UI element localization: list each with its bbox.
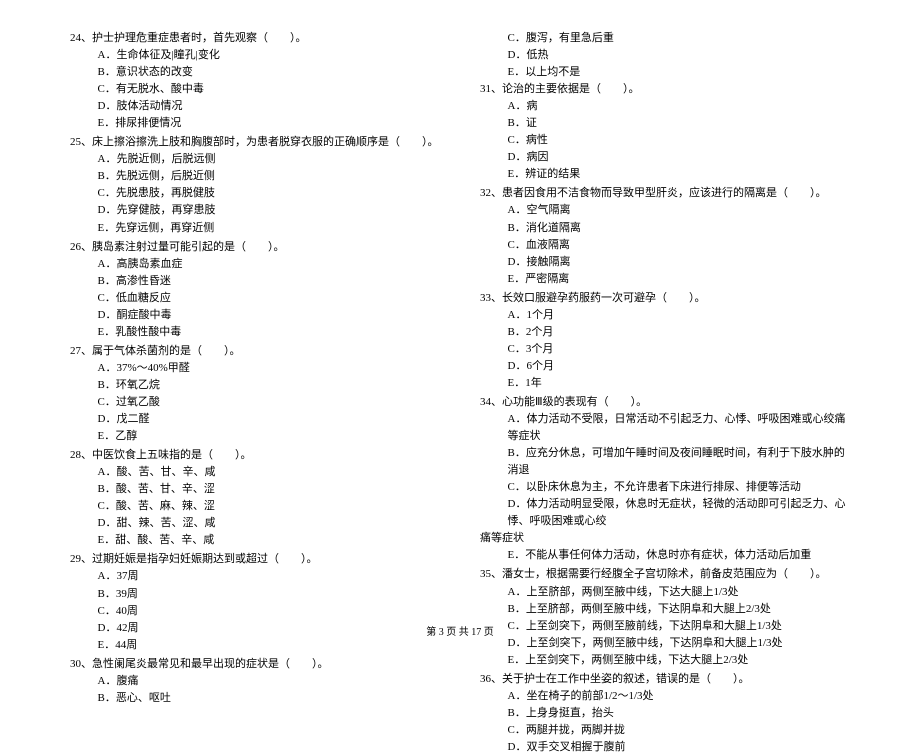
question-option: A．上至脐部，两侧至腋中线，下达大腿上1/3处 (480, 584, 850, 601)
question-option: B．恶心、呕吐 (70, 690, 440, 707)
page-footer: 第 3 页 共 17 页 (0, 623, 920, 638)
question-option: A．高胰岛素血症 (70, 256, 440, 273)
question-option: C．腹泻，有里急后重 (480, 30, 850, 47)
question-option: D．体力活动明显受限，休息时无症状，轻微的活动即可引起乏力、心悸、呼吸困难或心绞 (480, 496, 850, 530)
question-option: E．1年 (480, 375, 850, 392)
question-option: B．39周 (70, 586, 440, 603)
question-option: B．高渗性昏迷 (70, 273, 440, 290)
question-option: B．上至脐部，两侧至腋中线，下达阴阜和大腿上2/3处 (480, 601, 850, 618)
question-option: A．1个月 (480, 307, 850, 324)
left-column: 24、护士护理危重症患者时，首先观察（ ）。A．生命体征及|瞳孔|变化B．意识状… (70, 30, 440, 610)
question-option: B．意识状态的改变 (70, 64, 440, 81)
question-option: D．接触隔离 (480, 254, 850, 271)
question-text: 25、床上擦浴擦洗上肢和胸腹部时，为患者脱穿衣服的正确顺序是（ ）。 (70, 134, 440, 151)
question-option: B．酸、苦、甘、辛、涩 (70, 481, 440, 498)
question-block: 32、患者因食用不洁食物而导致甲型肝炎，应该进行的隔离是（ ）。A．空气隔离B．… (480, 185, 850, 287)
question-option: C．3个月 (480, 341, 850, 358)
question-option: D．酮症酸中毒 (70, 307, 440, 324)
question-option: D．病因 (480, 149, 850, 166)
question-text: 27、属于气体杀菌剂的是（ ）。 (70, 343, 440, 360)
question-text: 35、潘女士，根据需要行经腹全子宫切除术，前备皮范围应为（ ）。 (480, 566, 850, 583)
question-block: 34、心功能Ⅲ级的表现有（ ）。A．体力活动不受限，日常活动不引起乏力、心悸、呼… (480, 394, 850, 564)
question-option: A．生命体征及|瞳孔|变化 (70, 47, 440, 64)
question-option: C．40周 (70, 603, 440, 620)
question-option: D．6个月 (480, 358, 850, 375)
question-option: E．先穿远侧，再穿近侧 (70, 220, 440, 237)
question-text: 34、心功能Ⅲ级的表现有（ ）。 (480, 394, 850, 411)
question-option: B．应充分休息，可增加午睡时间及夜间睡眠时间，有利于下肢水肿的消退 (480, 445, 850, 479)
question-option: E．辨证的结果 (480, 166, 850, 183)
question-text: 26、胰岛素注射过量可能引起的是（ ）。 (70, 239, 440, 256)
question-block: 24、护士护理危重症患者时，首先观察（ ）。A．生命体征及|瞳孔|变化B．意识状… (70, 30, 440, 132)
question-option: D．肢体活动情况 (70, 98, 440, 115)
question-option: A．体力活动不受限，日常活动不引起乏力、心悸、呼吸困难或心绞痛等症状 (480, 411, 850, 445)
question-option: E．乳酸性酸中毒 (70, 324, 440, 341)
question-text: 33、长效口服避孕药服药一次可避孕（ ）。 (480, 290, 850, 307)
question-block: 27、属于气体杀菌剂的是（ ）。A．37%～40%甲醛B．环氧乙烷C．过氧乙酸D… (70, 343, 440, 445)
question-option: E．甜、酸、苦、辛、咸 (70, 532, 440, 549)
question-option: C．有无脱水、酸中毒 (70, 81, 440, 98)
question-option: C．先脱患肢，再脱健肢 (70, 185, 440, 202)
question-option: C．过氧乙酸 (70, 394, 440, 411)
question-option: A．37周 (70, 568, 440, 585)
question-option: B．证 (480, 115, 850, 132)
question-option: A．37%～40%甲醛 (70, 360, 440, 377)
right-column: C．腹泻，有里急后重D．低热E．以上均不是31、论治的主要依据是（ ）。A．病B… (480, 30, 850, 610)
question-text: 29、过期妊娠是指孕妇妊娠期达到或超过（ ）。 (70, 551, 440, 568)
question-option: A．空气隔离 (480, 202, 850, 219)
question-option: E．44周 (70, 637, 440, 654)
question-block: 26、胰岛素注射过量可能引起的是（ ）。A．高胰岛素血症B．高渗性昏迷C．低血糖… (70, 239, 440, 341)
question-option: C．酸、苦、麻、辣、涩 (70, 498, 440, 515)
question-option: D．低热 (480, 47, 850, 64)
question-option-wrap: 痛等症状 (480, 530, 850, 547)
question-block: 28、中医饮食上五味指的是（ ）。A．酸、苦、甘、辛、咸B．酸、苦、甘、辛、涩C… (70, 447, 440, 549)
question-option: E．不能从事任何体力活动，休息时亦有症状，体力活动后加重 (480, 547, 850, 564)
question-block: 25、床上擦浴擦洗上肢和胸腹部时，为患者脱穿衣服的正确顺序是（ ）。A．先脱近侧… (70, 134, 440, 236)
question-option: B．环氧乙烷 (70, 377, 440, 394)
question-option: C．低血糖反应 (70, 290, 440, 307)
question-block: 33、长效口服避孕药服药一次可避孕（ ）。A．1个月B．2个月C．3个月D．6个… (480, 290, 850, 392)
question-option: C．病性 (480, 132, 850, 149)
question-option: A．病 (480, 98, 850, 115)
question-block: 35、潘女士，根据需要行经腹全子宫切除术，前备皮范围应为（ ）。A．上至脐部，两… (480, 566, 850, 668)
question-option: A．坐在椅子的前部1/2～1/3处 (480, 688, 850, 705)
question-option: E．排尿排便情况 (70, 115, 440, 132)
question-option: B．2个月 (480, 324, 850, 341)
question-option: A．先脱近侧，后脱远侧 (70, 151, 440, 168)
question-option: D．甜、辣、苦、涩、咸 (70, 515, 440, 532)
question-option: B．先脱远侧，后脱近侧 (70, 168, 440, 185)
question-option: C．血液隔离 (480, 237, 850, 254)
question-option: D．先穿健肢，再穿患肢 (70, 202, 440, 219)
question-option: E．乙醇 (70, 428, 440, 445)
question-option: E．严密隔离 (480, 271, 850, 288)
question-option: B．上身身挺直，抬头 (480, 705, 850, 722)
question-text: 24、护士护理危重症患者时，首先观察（ ）。 (70, 30, 440, 47)
question-block: 36、关于护士在工作中坐姿的叙述，错误的是（ ）。A．坐在椅子的前部1/2～1/… (480, 671, 850, 756)
question-text: 36、关于护士在工作中坐姿的叙述，错误的是（ ）。 (480, 671, 850, 688)
question-option: C．以卧床休息为主，不允许患者下床进行排尿、排便等活动 (480, 479, 850, 496)
question-option: E．以上均不是 (480, 64, 850, 81)
question-option: D．双手交叉相握于腹前 (480, 739, 850, 756)
question-option: A．酸、苦、甘、辛、咸 (70, 464, 440, 481)
question-text: 31、论治的主要依据是（ ）。 (480, 81, 850, 98)
question-text: 32、患者因食用不洁食物而导致甲型肝炎，应该进行的隔离是（ ）。 (480, 185, 850, 202)
question-option: C．两腿并拢，两脚并拢 (480, 722, 850, 739)
question-block: 29、过期妊娠是指孕妇妊娠期达到或超过（ ）。A．37周B．39周C．40周D．… (70, 551, 440, 653)
question-text: 28、中医饮食上五味指的是（ ）。 (70, 447, 440, 464)
question-option: B．消化道隔离 (480, 220, 850, 237)
question-block: 31、论治的主要依据是（ ）。A．病B．证C．病性D．病因E．辨证的结果 (480, 81, 850, 183)
question-option: E．上至剑突下，两侧至腋中线，下达大腿上2/3处 (480, 652, 850, 669)
question-text: 30、急性阑尾炎最常见和最早出现的症状是（ ）。 (70, 656, 440, 673)
question-block: 30、急性阑尾炎最常见和最早出现的症状是（ ）。A．腹痛B．恶心、呕吐 (70, 656, 440, 707)
question-option: A．腹痛 (70, 673, 440, 690)
question-option: D．戊二醛 (70, 411, 440, 428)
